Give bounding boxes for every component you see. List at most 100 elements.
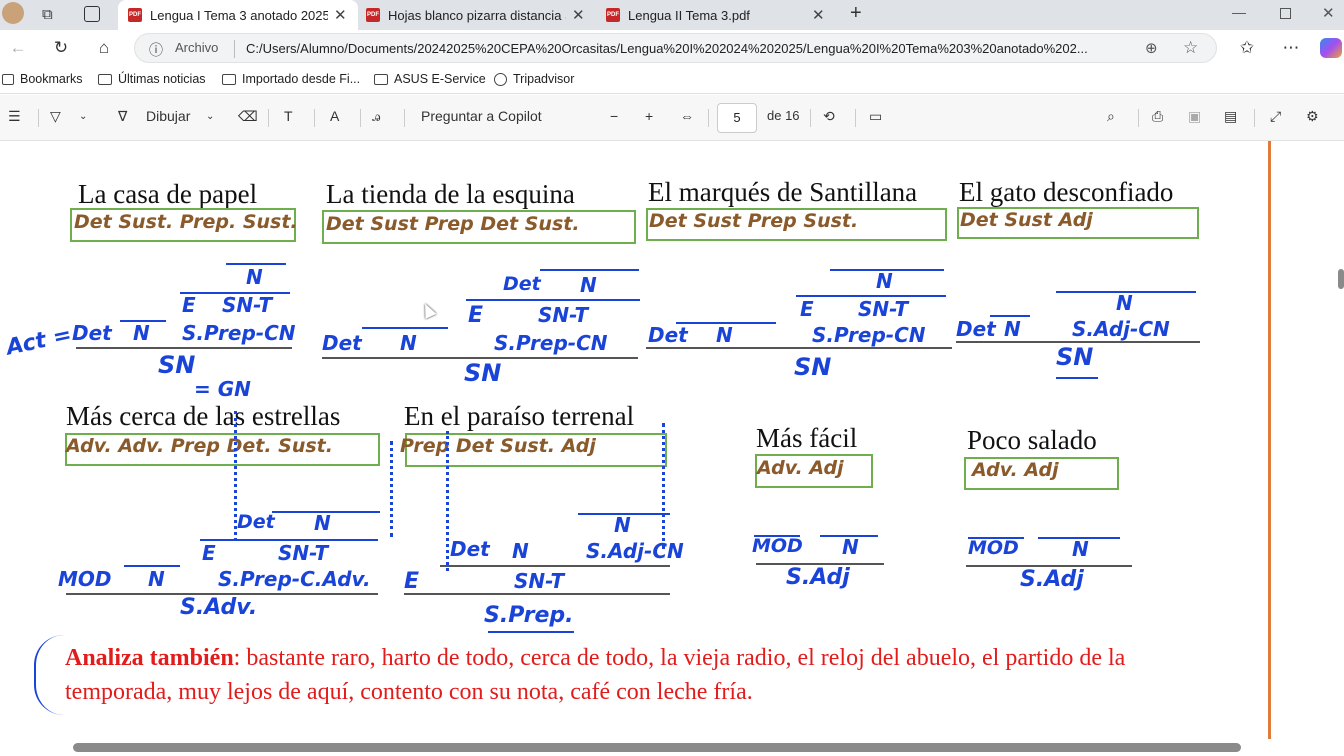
tree-line (1056, 291, 1196, 293)
annot-sprep-cn: S.Prep-CN (182, 321, 296, 345)
annot-det: Det (72, 321, 112, 345)
save-as-icon[interactable]: ▤ (1224, 108, 1237, 125)
chevron-down-icon[interactable]: ⌄ (79, 111, 87, 122)
favorite-star-icon[interactable]: ☆ (1183, 38, 1198, 58)
close-icon[interactable]: ✕ (334, 6, 347, 24)
pos-tags: Adv. Adj (972, 459, 1059, 481)
phrase-title: El marqués de Santillana (648, 177, 918, 207)
annot-sprep-cadv: S.Prep-C.Adv. (218, 567, 371, 591)
zoom-in-icon[interactable]: + (645, 108, 653, 124)
draw-icon[interactable]: ∇ (118, 108, 127, 125)
divider (360, 109, 361, 127)
pdf-icon: PDF (606, 8, 620, 22)
workspaces-icon[interactable]: ⧉ (42, 6, 53, 23)
phrase-title: En el paraíso terrenal (404, 401, 635, 431)
fit-page-icon[interactable]: ⇔ (680, 108, 694, 124)
tab-title: Lengua II Tema 3.pdf (628, 7, 750, 23)
annot-sn: SN (794, 353, 832, 381)
search-icon[interactable]: ⌕ (1107, 108, 1115, 125)
translate-icon[interactable]: ꭿ (372, 108, 380, 125)
phrase-title: Más cerca de las estrellas (66, 401, 341, 431)
url-text[interactable]: C:/Users/Alumno/Documents/20242025%20CEP… (246, 41, 1136, 56)
annot-sn: SN (464, 359, 502, 387)
bookmark-item[interactable]: ASUS E-Service (374, 72, 486, 86)
tab-lengua-i[interactable]: PDF Lengua I Tema 3 anotado 2025.pdf ✕ (118, 0, 358, 30)
close-window-icon[interactable]: ✕ (1322, 4, 1335, 22)
page-view-icon[interactable]: ▭ (869, 108, 882, 125)
save-icon[interactable]: ▣ (1188, 108, 1201, 125)
tree-line (440, 565, 670, 567)
bookmark-item[interactable]: Bookmarks (2, 72, 83, 86)
close-icon[interactable]: ✕ (812, 6, 825, 24)
tree-line (226, 263, 286, 265)
close-icon[interactable]: ✕ (572, 6, 585, 24)
vertical-scrollbar[interactable] (1338, 269, 1344, 289)
favorites-icon[interactable]: ✩ (1234, 35, 1260, 61)
copilot-icon[interactable] (1320, 38, 1342, 58)
zoom-icon[interactable]: ⊕ (1145, 39, 1158, 57)
home-icon[interactable]: ⌂ (91, 35, 117, 61)
tree-line (124, 565, 180, 567)
annot-n: N (1116, 291, 1133, 315)
tree-line (990, 315, 1030, 317)
bookmark-item[interactable]: Importado desde Fi... (222, 72, 360, 86)
text-box-icon[interactable]: T (284, 108, 293, 124)
annot-det: Det (450, 537, 490, 561)
tab-actions-icon[interactable] (84, 6, 100, 22)
annot-n: N (133, 321, 150, 345)
tree-line (578, 513, 670, 515)
divider (268, 109, 269, 127)
profile-avatar[interactable] (2, 2, 24, 24)
tree-line (830, 269, 944, 271)
maximize-icon[interactable] (1280, 8, 1291, 19)
tree-line (404, 593, 670, 595)
zoom-out-icon[interactable]: − (610, 108, 618, 124)
print-icon[interactable]: ⎙ (1152, 108, 1163, 125)
settings-icon[interactable]: ⚙ (1306, 108, 1319, 125)
highlight-icon[interactable]: ▽ (50, 108, 61, 125)
annot-sn-t: SN-T (278, 541, 329, 565)
annot-det: Det (322, 331, 362, 355)
ask-copilot-button[interactable]: Preguntar a Copilot (421, 108, 542, 124)
bookmarks-bar: Bookmarks Últimas noticias Importado des… (0, 66, 1344, 94)
annot-n: N (580, 273, 597, 297)
rotate-icon[interactable]: ⟲ (823, 108, 835, 125)
tree-line (362, 327, 448, 329)
mouse-cursor (419, 301, 437, 319)
tab-hojas-blanco[interactable]: PDF Hojas blanco pizarra distancia Sin..… (356, 0, 596, 30)
bookmark-item[interactable]: Últimas noticias (98, 72, 206, 86)
tab-strip: ⧉ PDF Lengua I Tema 3 anotado 2025.pdf ✕… (0, 0, 1344, 30)
reload-icon[interactable]: ↻ (48, 35, 74, 61)
annot-n: N (400, 331, 417, 355)
eraser-icon[interactable]: ⌫ (238, 108, 258, 125)
new-tab-icon[interactable]: + (850, 2, 862, 25)
annot-det: Det (237, 511, 275, 533)
annot-n: N (614, 513, 631, 537)
read-aloud-icon[interactable]: A (330, 108, 339, 124)
exercise-heading: Analiza también (65, 645, 234, 671)
tree-line (676, 322, 776, 324)
tab-lengua-ii[interactable]: PDF Lengua II Tema 3.pdf ✕ (596, 0, 836, 30)
draw-button[interactable]: Dibujar (146, 108, 190, 124)
annot-n: N (876, 269, 893, 293)
bookmark-item[interactable]: Tripadvisor (494, 72, 574, 86)
fullscreen-icon[interactable]: ⤢ (1270, 108, 1281, 125)
contents-icon[interactable]: ☰ (8, 108, 21, 125)
more-options-icon[interactable]: ⋯ (1278, 35, 1304, 61)
address-bar[interactable]: ⓘ Archivo C:/Users/Alumno/Documents/2024… (134, 33, 1217, 63)
annot-det: Det (648, 323, 688, 347)
annot-n: N (1072, 537, 1089, 561)
back-icon[interactable]: ← (5, 35, 31, 61)
page-number-input[interactable]: 5 (717, 103, 757, 133)
chevron-down-icon[interactable]: ⌄ (206, 111, 214, 122)
horizontal-scrollbar[interactable] (73, 743, 1241, 752)
annot-n: N (842, 535, 859, 559)
site-info-label: Archivo (175, 40, 219, 55)
info-icon[interactable]: ⓘ (149, 40, 163, 60)
annot-sadv: S.Adv. (180, 595, 258, 620)
minimize-icon[interactable]: — (1232, 4, 1246, 20)
phrase-title: Poco salado (967, 425, 1097, 455)
divider (404, 109, 405, 127)
folder-icon (374, 73, 388, 85)
divider (234, 40, 235, 58)
